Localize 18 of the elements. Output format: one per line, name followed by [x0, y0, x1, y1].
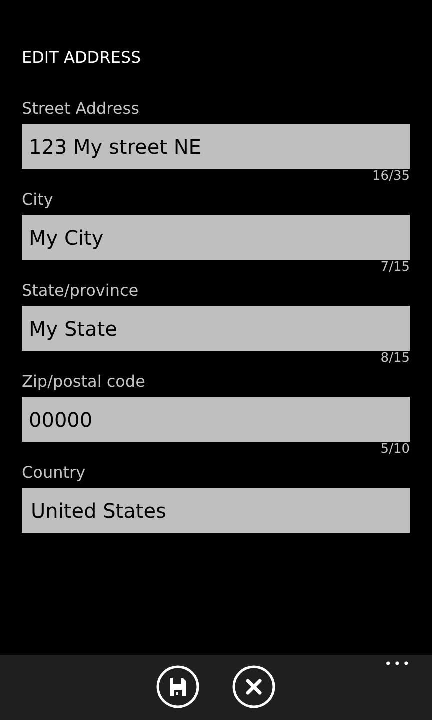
page-title: EDIT ADDRESS — [22, 47, 142, 69]
save-button[interactable] — [156, 665, 200, 709]
input-field[interactable]: My State — [22, 306, 410, 351]
character-counter: 5/10 — [380, 442, 410, 458]
character-counter: 8/15 — [380, 351, 410, 367]
field-label: Zip/postal code — [22, 371, 146, 393]
picker-field[interactable]: United States — [22, 488, 410, 533]
input-field[interactable]: My City — [22, 215, 410, 260]
character-counter: 16/35 — [372, 169, 410, 185]
input-field[interactable]: 123 My street NE — [22, 124, 410, 169]
close-button[interactable] — [232, 665, 276, 709]
field-label: State/province — [22, 280, 140, 302]
input-field[interactable]: 00000 — [22, 397, 410, 442]
field-label: Street Address — [22, 98, 140, 120]
more-button[interactable]: ••• — [384, 657, 412, 671]
field-label: Country — [22, 462, 87, 484]
character-counter: 7/15 — [380, 260, 410, 276]
field-label: City — [22, 189, 54, 211]
